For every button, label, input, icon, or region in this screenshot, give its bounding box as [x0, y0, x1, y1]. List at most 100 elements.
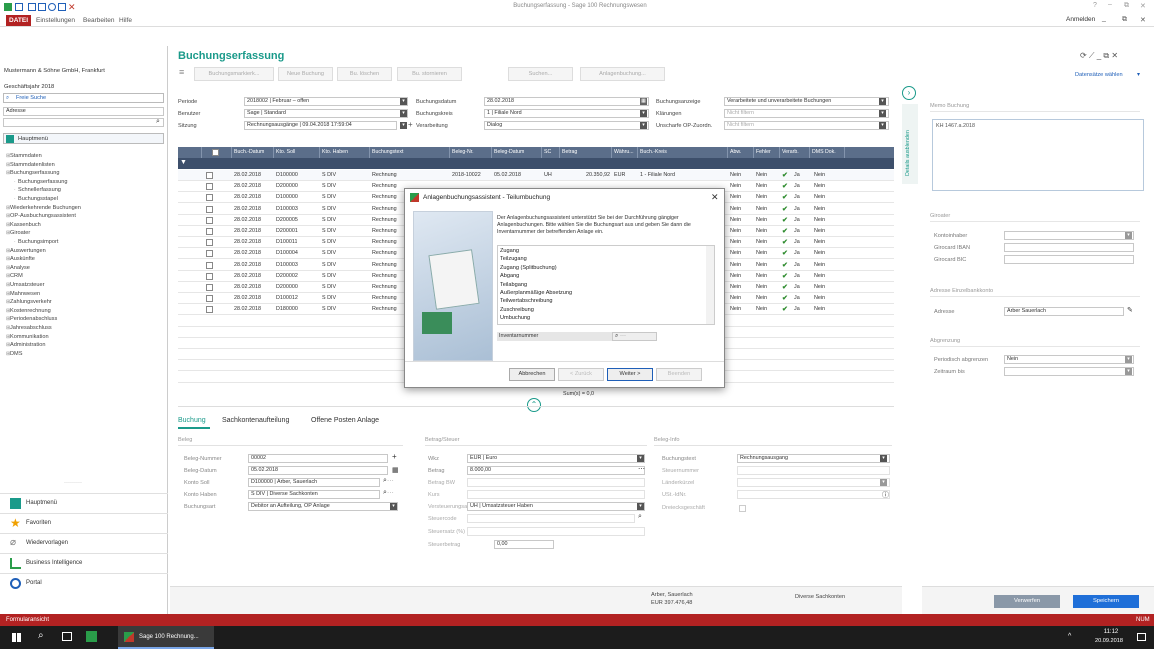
tree-item[interactable]: Auskünfte — [10, 256, 35, 262]
chevron-down-icon[interactable]: ▾ — [637, 503, 644, 510]
row-checkbox[interactable] — [206, 284, 213, 291]
grid-icon[interactable] — [28, 3, 36, 11]
booking-type-option[interactable]: Umbuchung — [500, 315, 530, 321]
task-view-icon[interactable] — [62, 632, 72, 641]
col-text[interactable]: Buchungstext — [370, 147, 450, 158]
nav-wiedervorlagen[interactable]: ⌀ Wiedervorlagen — [0, 533, 168, 553]
discard-button[interactable]: Verwerfen — [994, 595, 1060, 608]
bic-field[interactable] — [1004, 255, 1134, 264]
booking-type-option[interactable]: Abgang — [500, 273, 519, 279]
delete-icon[interactable]: ✕ — [68, 3, 76, 12]
tree-item[interactable]: Kostenrechnung — [10, 308, 51, 314]
lookup-icon[interactable]: ⌕⋯ — [383, 489, 394, 497]
col-abw[interactable]: Abw. — [728, 147, 754, 158]
satz-field[interactable] — [467, 527, 645, 536]
windows-start-icon[interactable] — [12, 633, 21, 642]
tree-item[interactable]: Periodenabschluss — [10, 316, 57, 322]
nav-business-intelligence[interactable]: Business Intelligence — [0, 553, 168, 573]
chevron-down-icon[interactable]: ▾ — [879, 98, 886, 105]
vst-field[interactable]: UH | Umsatzsteuer Haben — [467, 502, 645, 511]
help-button[interactable]: ? — [1093, 2, 1097, 9]
select-all[interactable] — [202, 147, 232, 158]
app-pinned-icon[interactable] — [86, 631, 97, 642]
new-booking-button[interactable]: Neue Buchung — [278, 67, 333, 81]
chevron-down-icon[interactable]: ▾ — [880, 479, 887, 486]
col-fehler[interactable]: Fehler — [754, 147, 780, 158]
search-button[interactable]: Suchen... — [508, 67, 573, 81]
lookup-icon[interactable]: ⌕⋯ — [383, 477, 394, 485]
tab-hilfe[interactable]: Hilfe — [116, 15, 135, 26]
iban-field[interactable] — [1004, 243, 1134, 252]
chevron-down-icon[interactable]: ▾ — [400, 122, 407, 129]
tree-item[interactable]: Buchungsstapel — [18, 196, 58, 202]
expand-icon[interactable]: ⊞ — [6, 291, 10, 297]
inner-restore[interactable]: ⧉ — [1122, 16, 1127, 24]
chevron-down-icon[interactable]: ▾ — [879, 110, 886, 117]
expand-icon[interactable]: ⊞ — [6, 153, 10, 159]
booking-type-option[interactable]: Zugang (Splitbuchung) — [500, 265, 557, 271]
expand-icon[interactable]: ⊞ — [6, 282, 10, 288]
tab-sachkonten[interactable]: Sachkontenaufteilung — [222, 417, 289, 424]
steuerbetrag-field[interactable]: 0,00 — [494, 540, 554, 549]
col-verarb[interactable]: Verarb. — [780, 147, 810, 158]
row-checkbox[interactable] — [206, 261, 213, 269]
minimize-button[interactable]: – — [1108, 1, 1112, 8]
add-session-icon[interactable]: + — [408, 120, 413, 129]
row-checkbox[interactable] — [206, 194, 213, 202]
tab-bearbeiten[interactable]: Bearbeiten — [80, 15, 117, 26]
text-field[interactable]: Rechnungsausgang — [737, 454, 890, 463]
expand-right-icon[interactable]: › — [902, 86, 916, 100]
col-kreis[interactable]: Buch.-Kreis — [638, 147, 728, 158]
betrag-field[interactable]: 8.000,00 — [467, 466, 645, 475]
tree-item[interactable]: Mahnwesen — [10, 291, 40, 297]
tree-item[interactable]: Stammdatenlisten — [10, 162, 55, 168]
row-checkbox[interactable] — [206, 272, 213, 280]
search-input[interactable] — [3, 118, 164, 127]
details-toggle-strip[interactable]: Details ausblenden — [902, 104, 918, 184]
cancel-button[interactable]: Abbrechen — [509, 368, 555, 381]
betragbw-field[interactable] — [467, 478, 645, 487]
table-row[interactable]: 28.02.2018 D100000 S DIV Rechnung 2018-10022… — [178, 170, 894, 181]
splitter-handle[interactable]: ········· — [64, 480, 82, 486]
select-all-checkbox[interactable] — [212, 149, 219, 156]
zeitraum-field[interactable] — [1004, 367, 1134, 376]
chevron-down-icon[interactable]: ▾ — [1125, 356, 1132, 363]
expand-icon[interactable]: ⊞ — [6, 316, 10, 322]
tree-item[interactable]: Buchungserfassung — [18, 179, 67, 185]
tab-einstellungen[interactable]: Einstellungen — [33, 15, 78, 26]
asset-booking-button[interactable]: Anlagenbuchung... — [580, 67, 665, 81]
expand-icon[interactable]: ⊞ — [6, 334, 10, 340]
belegdatum-field[interactable]: 05.02.2018 — [248, 466, 388, 475]
edit-icon[interactable]: ✎ — [1127, 306, 1133, 314]
expand-icon[interactable]: ⊞ — [6, 325, 10, 331]
booking-type-option[interactable]: Teilzugang — [500, 256, 527, 262]
tree-item[interactable]: OP-Ausbuchungsassistent — [10, 213, 76, 219]
stnr-field[interactable] — [737, 466, 890, 475]
window-tools[interactable]: ⟳ ⟋ _ ⧉ ✕ — [1080, 51, 1118, 61]
save-icon[interactable] — [15, 3, 23, 11]
tab-buchung[interactable]: Buchung — [178, 417, 206, 424]
tree-item[interactable]: Schnellerfassung — [18, 187, 61, 193]
tree-item[interactable]: Kassenbuch — [10, 222, 41, 228]
finish-button[interactable]: Beenden — [656, 368, 702, 381]
row-checkbox[interactable] — [206, 295, 213, 303]
save-button[interactable]: Speichern — [1073, 595, 1139, 608]
clock-date[interactable]: 20.09.2018 — [1090, 638, 1128, 644]
expand-icon[interactable]: ⊞ — [6, 170, 10, 176]
col-belegnr[interactable]: Beleg-Nr. — [450, 147, 492, 158]
row-checkbox[interactable] — [206, 239, 213, 247]
tab-datei[interactable]: DATEI — [6, 15, 32, 26]
clock-time[interactable]: 11:12 — [1098, 629, 1124, 635]
periodisch-field[interactable]: Nein — [1004, 355, 1134, 364]
calendar-icon[interactable]: ▦ — [640, 98, 647, 105]
calendar-icon[interactable]: ▦ — [392, 466, 399, 474]
expand-icon[interactable]: ⊞ — [6, 213, 10, 219]
periode-field[interactable]: 2018002 | Februar – offen — [244, 97, 408, 106]
bullet-icon[interactable]: · — [14, 187, 16, 193]
col-belegdatum[interactable]: Beleg-Datum — [492, 147, 542, 158]
soll-field[interactable]: D100000 | Arber, Sauerlach — [248, 478, 380, 487]
expand-icon[interactable]: ⊞ — [6, 273, 10, 279]
booking-type-option[interactable]: Zuschreibung — [500, 307, 534, 313]
expand-icon[interactable]: ⊞ — [6, 299, 10, 305]
expand-icon[interactable]: ⊞ — [6, 162, 10, 168]
